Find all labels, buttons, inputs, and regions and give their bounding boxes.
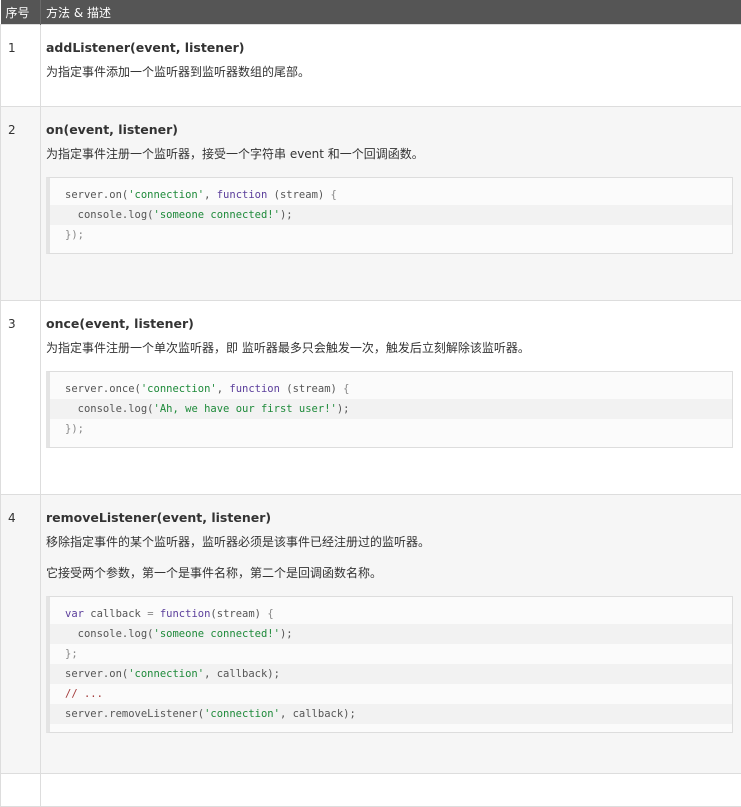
code-token: (stream) — [280, 383, 343, 395]
code-token: , callback); — [204, 668, 280, 680]
code-token: , — [204, 189, 217, 201]
code-token: { — [267, 608, 273, 620]
code-token: { — [331, 189, 337, 201]
method-description: 为指定事件添加一个监听器到监听器数组的尾部。 — [46, 64, 733, 81]
code-token: ); — [337, 403, 350, 415]
code-line: }); — [50, 225, 732, 245]
code-token: server.removeListener( — [65, 708, 204, 720]
code-token: 'someone connected!' — [154, 628, 280, 640]
code-token: }; — [65, 648, 78, 660]
header-method-description: 方法 & 描述 — [41, 0, 741, 25]
code-token: callback — [84, 608, 147, 620]
code-token: server.once( — [65, 383, 141, 395]
table-row: 1 addListener(event, listener) 为指定事件添加一个… — [1, 25, 741, 107]
code-line: server.on('connection', callback); — [50, 664, 732, 684]
code-line: server.once('connection', function (stre… — [50, 379, 732, 399]
code-token: 'connection' — [128, 668, 204, 680]
method-description: 移除指定事件的某个监听器，监听器必须是该事件已经注册过的监听器。 — [46, 534, 733, 551]
row-content: removeListener(event, listener) 移除指定事件的某… — [41, 495, 741, 774]
code-token: server.on( — [65, 668, 128, 680]
code-line: // ... — [50, 684, 732, 704]
code-token: (stream) — [267, 189, 330, 201]
method-title: addListener(event, listener) — [46, 39, 733, 56]
method-title: removeListener(event, listener) — [46, 509, 733, 526]
method-description: 它接受两个参数，第一个是事件名称，第二个是回调函数名称。 — [46, 565, 733, 582]
row-index: 4 — [1, 495, 41, 774]
table-header-row: 序号 方法 & 描述 — [1, 0, 741, 25]
method-title: on(event, listener) — [46, 121, 733, 138]
method-description: 为指定事件注册一个单次监听器，即 监听器最多只会触发一次，触发后立刻解除该监听器… — [46, 340, 733, 357]
method-title: once(event, listener) — [46, 315, 733, 332]
code-line: console.log('someone connected!'); — [50, 624, 732, 644]
code-line: server.on('connection', function (stream… — [50, 185, 732, 205]
method-description: 为指定事件注册一个监听器，接受一个字符串 event 和一个回调函数。 — [46, 146, 733, 163]
code-token: , — [217, 383, 230, 395]
code-line: server.removeListener('connection', call… — [50, 704, 732, 724]
code-token: // ... — [65, 688, 103, 700]
row-index: 3 — [1, 301, 41, 495]
header-index: 序号 — [1, 0, 41, 25]
row-content-empty — [41, 774, 741, 807]
code-token: console.log( — [65, 628, 154, 640]
code-token: ); — [280, 209, 293, 221]
code-token: function — [229, 383, 280, 395]
row-content: on(event, listener) 为指定事件注册一个监听器，接受一个字符串… — [41, 107, 741, 301]
row-index-empty — [1, 774, 41, 807]
code-token: }); — [65, 229, 84, 241]
code-token: function — [160, 608, 211, 620]
code-token: 'someone connected!' — [154, 209, 280, 221]
row-index: 1 — [1, 25, 41, 107]
row-content: addListener(event, listener) 为指定事件添加一个监听… — [41, 25, 741, 107]
code-token: var — [65, 608, 84, 620]
code-token: console.log( — [65, 209, 154, 221]
code-token: server.on( — [65, 189, 128, 201]
code-line: var callback = function(stream) { — [50, 604, 732, 624]
code-token: { — [343, 383, 349, 395]
table-row: 2 on(event, listener) 为指定事件注册一个监听器，接受一个字… — [1, 107, 741, 301]
row-content: once(event, listener) 为指定事件注册一个单次监听器，即 监… — [41, 301, 741, 495]
table-row — [1, 774, 741, 807]
code-token: , callback); — [280, 708, 356, 720]
code-token: 'connection' — [141, 383, 217, 395]
code-line: }; — [50, 644, 732, 664]
code-token: }); — [65, 423, 84, 435]
table-row: 4 removeListener(event, listener) 移除指定事件… — [1, 495, 741, 774]
code-line: console.log('Ah, we have our first user!… — [50, 399, 732, 419]
code-token: console.log( — [65, 403, 154, 415]
code-token: 'connection' — [204, 708, 280, 720]
code-block: server.on('connection', function (stream… — [46, 177, 733, 254]
row-index: 2 — [1, 107, 41, 301]
table-row: 3 once(event, listener) 为指定事件注册一个单次监听器，即… — [1, 301, 741, 495]
code-token: ); — [280, 628, 293, 640]
code-token: 'connection' — [128, 189, 204, 201]
code-token: function — [217, 189, 268, 201]
code-block: var callback = function(stream) { consol… — [46, 596, 733, 733]
code-line: }); — [50, 419, 732, 439]
code-block: server.once('connection', function (stre… — [46, 371, 733, 448]
code-line: console.log('someone connected!'); — [50, 205, 732, 225]
code-token: 'Ah, we have our first user!' — [154, 403, 337, 415]
methods-table: 序号 方法 & 描述 1 addListener(event, listener… — [0, 0, 741, 807]
code-token: (stream) — [210, 608, 267, 620]
